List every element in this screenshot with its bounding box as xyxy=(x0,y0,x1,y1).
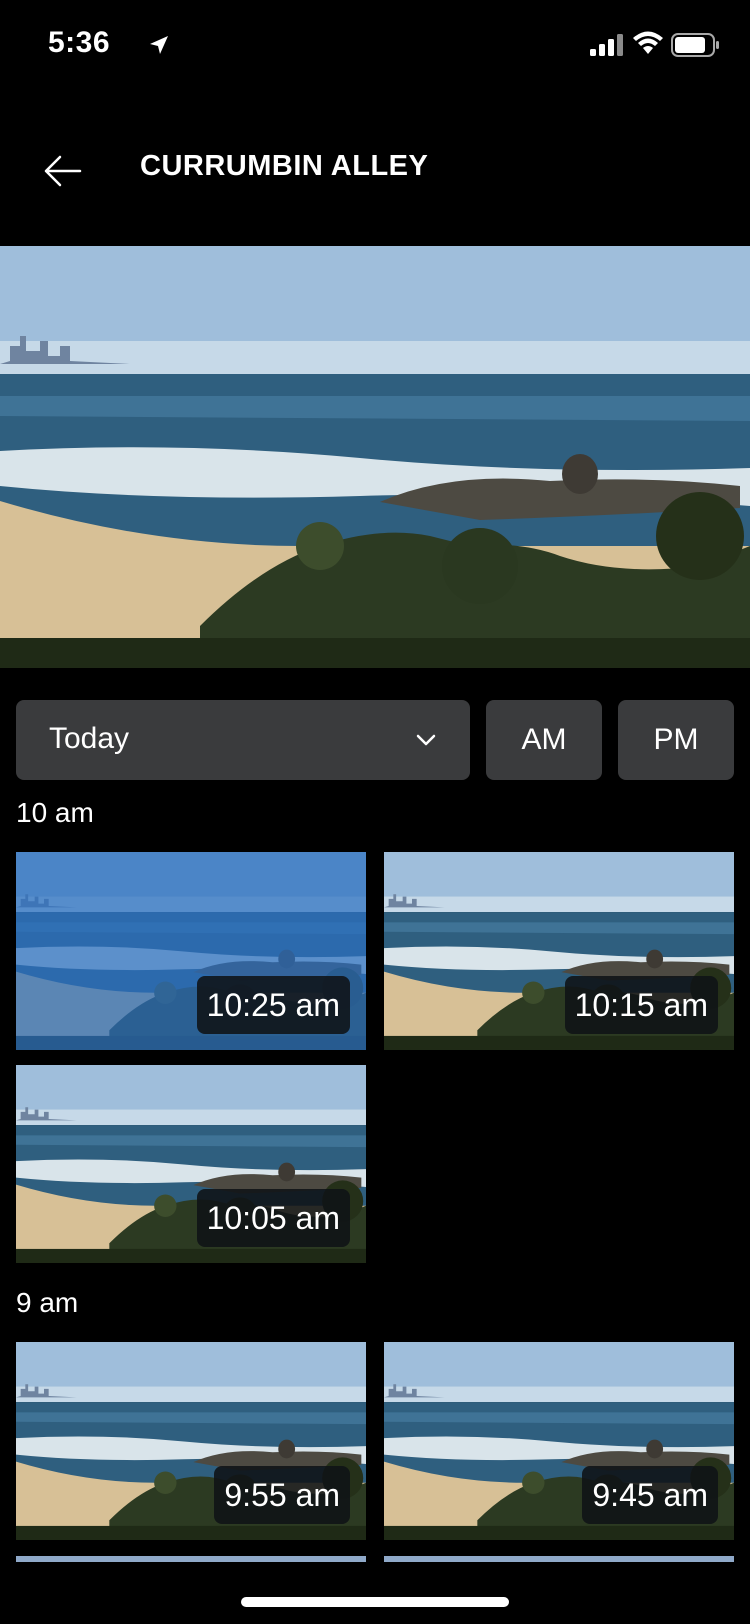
back-arrow-icon[interactable] xyxy=(40,148,86,194)
thumbnail-1015[interactable]: 10:15 am xyxy=(384,852,734,1050)
day-dropdown[interactable]: Today xyxy=(16,700,470,780)
am-button[interactable]: AM xyxy=(486,700,602,780)
signal-icon xyxy=(590,34,623,56)
time-badge: 9:55 am xyxy=(214,1466,350,1524)
battery-icon xyxy=(671,33,719,57)
time-badge: 10:05 am xyxy=(196,1189,350,1247)
header: CURRUMBIN ALLEY xyxy=(0,110,750,230)
thumbnail-partial[interactable] xyxy=(16,1556,366,1562)
thumbnail-0955[interactable]: 9:55 am xyxy=(16,1342,366,1540)
location-arrow-icon xyxy=(150,36,168,54)
time-badge: 9:45 am xyxy=(582,1466,718,1524)
thumbnail-1005[interactable]: 10:05 am xyxy=(16,1065,366,1263)
thumbnail-1025[interactable]: 10:25 am xyxy=(16,852,366,1050)
thumbnail-0945[interactable]: 9:45 am xyxy=(384,1342,734,1540)
page-title: CURRUMBIN ALLEY xyxy=(140,150,429,182)
status-bar: 5:36 xyxy=(0,0,750,90)
wifi-icon xyxy=(633,31,663,54)
home-indicator[interactable] xyxy=(241,1597,509,1607)
section-label-9am: 9 am xyxy=(16,1287,79,1318)
time-badge: 10:25 am xyxy=(196,976,350,1034)
thumbnail-partial[interactable] xyxy=(384,1556,734,1562)
day-dropdown-label: Today xyxy=(49,722,130,755)
live-camera-image xyxy=(0,246,750,668)
status-time: 5:36 xyxy=(48,26,111,59)
time-badge: 10:15 am xyxy=(564,976,718,1034)
pm-button[interactable]: PM xyxy=(618,700,734,780)
section-label-10am: 10 am xyxy=(16,797,94,828)
chevron-down-icon xyxy=(416,734,436,746)
filter-controls: Today AM PM xyxy=(16,700,734,780)
